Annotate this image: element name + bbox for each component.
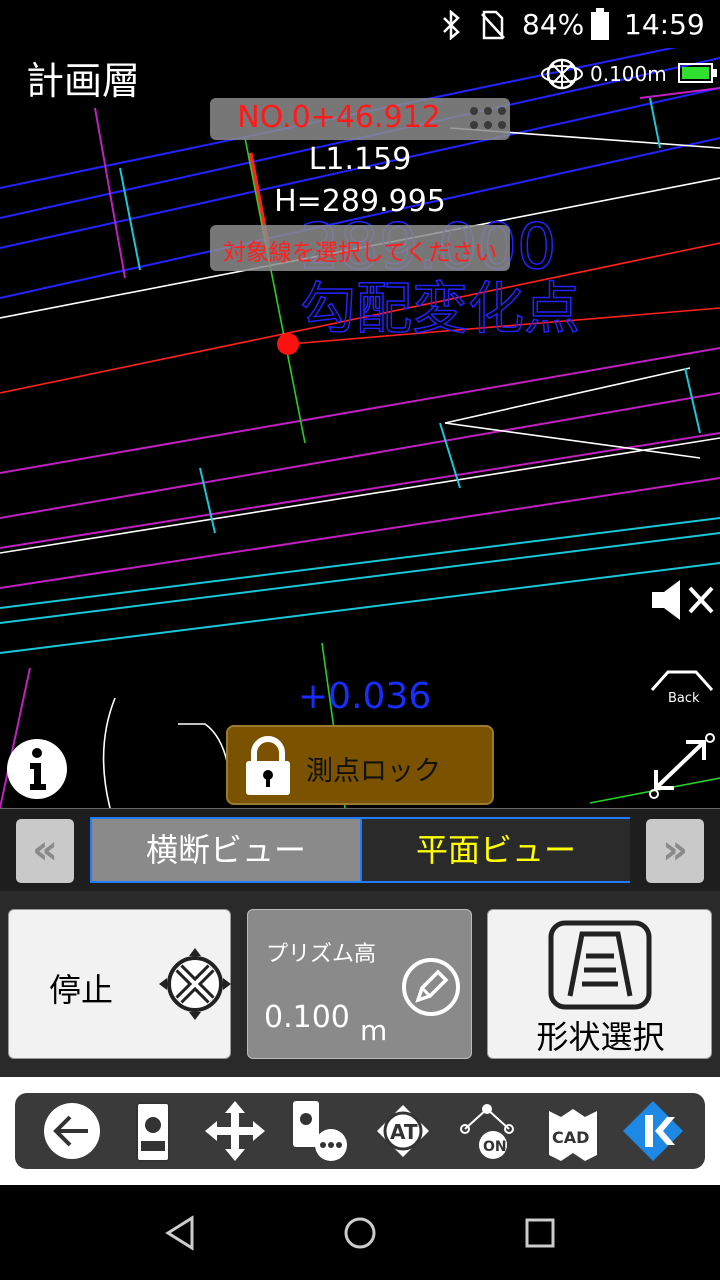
gps-icon (541, 58, 583, 90)
system-nav-bar (0, 1185, 720, 1280)
bottom-toolbar: AT ON CAD (15, 1093, 705, 1169)
k-logo-icon[interactable] (621, 1099, 685, 1163)
message-text: 対象線を選択してください (222, 240, 498, 266)
layer-title: 計画層 (26, 59, 141, 103)
battery-percent: 84% (522, 8, 585, 41)
instrument-more-icon[interactable] (287, 1099, 351, 1163)
nav-back-icon[interactable] (164, 1215, 196, 1251)
station-lock-label: 測点ロック (306, 756, 441, 787)
gps-precision: 0.100m (590, 62, 667, 86)
back-icon[interactable]: Back (648, 666, 716, 706)
shape-select-icon (548, 920, 652, 1010)
station-box: NO.0+46.912 (210, 98, 510, 140)
action-panel: 停止 プリズム高 0.100 m 形状選択 (0, 891, 720, 1077)
shape-select-label: 形状選択 (536, 1018, 665, 1056)
shape-select-button[interactable]: 形状選択 (487, 909, 712, 1059)
nav-home-icon[interactable] (342, 1215, 378, 1251)
instrument-icon[interactable] (121, 1099, 185, 1163)
tab-next-button[interactable]: » (646, 819, 704, 883)
mute-icon[interactable] (648, 576, 716, 624)
pencil-edit-icon (402, 958, 460, 1016)
offset-value: L1.159 (308, 142, 412, 177)
message-box: 対象線を選択してください (210, 225, 510, 271)
stop-button[interactable]: 停止 (8, 909, 231, 1059)
stop-label: 停止 (49, 971, 114, 1009)
prism-label: プリズム高 (266, 942, 377, 967)
height-value: H=289.995 (274, 184, 446, 219)
delta-value: +0.036 (298, 676, 432, 717)
current-position-marker (277, 333, 299, 355)
prism-unit: m (360, 1014, 388, 1047)
battery-icon (591, 8, 609, 40)
svg-text:Back: Back (668, 691, 700, 706)
nav-recent-icon[interactable] (524, 1217, 556, 1249)
stop-icon (159, 948, 231, 1020)
svg-text:ON: ON (483, 1139, 507, 1155)
device-battery-icon (678, 63, 717, 83)
point-on-icon[interactable]: ON (455, 1099, 519, 1163)
bluetooth-icon (443, 10, 460, 40)
clock: 14:59 (624, 8, 705, 41)
prism-value: 0.100 (264, 1000, 350, 1035)
station-value: NO.0+46.912 (237, 100, 441, 135)
back-arrow-icon[interactable] (40, 1099, 104, 1163)
prism-height-button[interactable]: プリズム高 0.100 m (247, 909, 472, 1059)
move-icon[interactable] (203, 1099, 267, 1163)
svg-text:CAD: CAD (552, 1128, 589, 1147)
status-bar: 84% 14:59 (0, 0, 720, 48)
svg-text:AT: AT (390, 1120, 418, 1144)
tab-prev-button[interactable]: « (16, 819, 74, 883)
auto-track-icon[interactable]: AT (371, 1099, 435, 1163)
view-tabs: 横断ビュー 平面ビュー (90, 817, 630, 883)
view-tab-bar: « 横断ビュー 平面ビュー » (0, 808, 720, 892)
more-dots-icon[interactable] (468, 106, 508, 134)
resize-icon[interactable] (648, 732, 716, 800)
tab-cross-section-view[interactable]: 横断ビュー (92, 819, 362, 881)
tab-plan-view[interactable]: 平面ビュー (362, 819, 630, 881)
station-lock-button[interactable]: 測点ロック (226, 725, 494, 805)
info-icon[interactable] (4, 736, 70, 802)
cad-icon[interactable]: CAD (541, 1099, 605, 1163)
lock-icon (246, 736, 290, 795)
no-sim-icon (481, 10, 505, 40)
bg-label-text: 勾配変化点 (300, 277, 580, 342)
